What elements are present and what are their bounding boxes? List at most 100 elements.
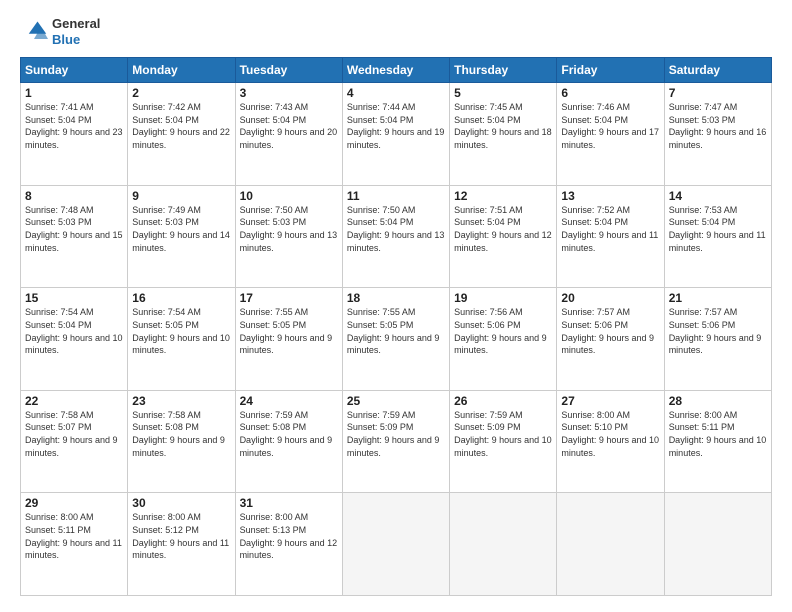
logo-general: General: [52, 16, 100, 31]
day-info: Sunrise: 7:53 AM Sunset: 5:04 PM Dayligh…: [669, 204, 767, 254]
calendar-cell: 7 Sunrise: 7:47 AM Sunset: 5:03 PM Dayli…: [664, 83, 771, 186]
day-number: 16: [132, 291, 230, 305]
calendar-cell: 8 Sunrise: 7:48 AM Sunset: 5:03 PM Dayli…: [21, 185, 128, 288]
day-info: Sunrise: 7:50 AM Sunset: 5:03 PM Dayligh…: [240, 204, 338, 254]
calendar-cell: 17 Sunrise: 7:55 AM Sunset: 5:05 PM Dayl…: [235, 288, 342, 391]
day-number: 7: [669, 86, 767, 100]
day-info: Sunrise: 8:00 AM Sunset: 5:10 PM Dayligh…: [561, 409, 659, 459]
day-number: 3: [240, 86, 338, 100]
day-number: 31: [240, 496, 338, 510]
calendar-cell: 2 Sunrise: 7:42 AM Sunset: 5:04 PM Dayli…: [128, 83, 235, 186]
calendar-cell: 24 Sunrise: 7:59 AM Sunset: 5:08 PM Dayl…: [235, 390, 342, 493]
day-info: Sunrise: 7:46 AM Sunset: 5:04 PM Dayligh…: [561, 101, 659, 151]
day-info: Sunrise: 7:47 AM Sunset: 5:03 PM Dayligh…: [669, 101, 767, 151]
day-number: 13: [561, 189, 659, 203]
day-info: Sunrise: 7:54 AM Sunset: 5:04 PM Dayligh…: [25, 306, 123, 356]
calendar-week-row: 1 Sunrise: 7:41 AM Sunset: 5:04 PM Dayli…: [21, 83, 772, 186]
calendar-table: SundayMondayTuesdayWednesdayThursdayFrid…: [20, 57, 772, 596]
calendar-week-row: 22 Sunrise: 7:58 AM Sunset: 5:07 PM Dayl…: [21, 390, 772, 493]
day-number: 19: [454, 291, 552, 305]
calendar-cell: 29 Sunrise: 8:00 AM Sunset: 5:11 PM Dayl…: [21, 493, 128, 596]
calendar-cell: 14 Sunrise: 7:53 AM Sunset: 5:04 PM Dayl…: [664, 185, 771, 288]
calendar-cell: 27 Sunrise: 8:00 AM Sunset: 5:10 PM Dayl…: [557, 390, 664, 493]
day-number: 21: [669, 291, 767, 305]
day-info: Sunrise: 7:52 AM Sunset: 5:04 PM Dayligh…: [561, 204, 659, 254]
calendar-cell: 19 Sunrise: 7:56 AM Sunset: 5:06 PM Dayl…: [450, 288, 557, 391]
day-info: Sunrise: 8:00 AM Sunset: 5:11 PM Dayligh…: [25, 511, 123, 561]
calendar-body: 1 Sunrise: 7:41 AM Sunset: 5:04 PM Dayli…: [21, 83, 772, 596]
calendar-cell: 10 Sunrise: 7:50 AM Sunset: 5:03 PM Dayl…: [235, 185, 342, 288]
calendar-week-row: 8 Sunrise: 7:48 AM Sunset: 5:03 PM Dayli…: [21, 185, 772, 288]
day-number: 17: [240, 291, 338, 305]
day-number: 29: [25, 496, 123, 510]
day-info: Sunrise: 7:57 AM Sunset: 5:06 PM Dayligh…: [561, 306, 659, 356]
day-info: Sunrise: 7:57 AM Sunset: 5:06 PM Dayligh…: [669, 306, 767, 356]
day-info: Sunrise: 7:41 AM Sunset: 5:04 PM Dayligh…: [25, 101, 123, 151]
calendar-header-cell: Wednesday: [342, 58, 449, 83]
calendar-cell: [342, 493, 449, 596]
day-info: Sunrise: 7:45 AM Sunset: 5:04 PM Dayligh…: [454, 101, 552, 151]
logo-icon: [20, 18, 48, 46]
calendar-cell: 20 Sunrise: 7:57 AM Sunset: 5:06 PM Dayl…: [557, 288, 664, 391]
calendar-cell: 28 Sunrise: 8:00 AM Sunset: 5:11 PM Dayl…: [664, 390, 771, 493]
header: General Blue: [20, 16, 772, 47]
calendar-header-cell: Saturday: [664, 58, 771, 83]
day-number: 9: [132, 189, 230, 203]
day-number: 4: [347, 86, 445, 100]
day-info: Sunrise: 7:43 AM Sunset: 5:04 PM Dayligh…: [240, 101, 338, 151]
day-info: Sunrise: 8:00 AM Sunset: 5:12 PM Dayligh…: [132, 511, 230, 561]
calendar-cell: 3 Sunrise: 7:43 AM Sunset: 5:04 PM Dayli…: [235, 83, 342, 186]
day-number: 28: [669, 394, 767, 408]
day-number: 12: [454, 189, 552, 203]
calendar-cell: 15 Sunrise: 7:54 AM Sunset: 5:04 PM Dayl…: [21, 288, 128, 391]
calendar-cell: 25 Sunrise: 7:59 AM Sunset: 5:09 PM Dayl…: [342, 390, 449, 493]
day-number: 23: [132, 394, 230, 408]
calendar-header-cell: Thursday: [450, 58, 557, 83]
day-number: 22: [25, 394, 123, 408]
calendar-header-row: SundayMondayTuesdayWednesdayThursdayFrid…: [21, 58, 772, 83]
calendar-cell: [557, 493, 664, 596]
logo-text: General Blue: [52, 16, 100, 47]
calendar-cell: 12 Sunrise: 7:51 AM Sunset: 5:04 PM Dayl…: [450, 185, 557, 288]
calendar-cell: 5 Sunrise: 7:45 AM Sunset: 5:04 PM Dayli…: [450, 83, 557, 186]
day-info: Sunrise: 7:42 AM Sunset: 5:04 PM Dayligh…: [132, 101, 230, 151]
day-number: 15: [25, 291, 123, 305]
day-info: Sunrise: 7:54 AM Sunset: 5:05 PM Dayligh…: [132, 306, 230, 356]
calendar-cell: 23 Sunrise: 7:58 AM Sunset: 5:08 PM Dayl…: [128, 390, 235, 493]
day-info: Sunrise: 8:00 AM Sunset: 5:11 PM Dayligh…: [669, 409, 767, 459]
logo-blue: Blue: [52, 32, 80, 47]
page: General Blue SundayMondayTuesdayWednesda…: [0, 0, 792, 612]
day-info: Sunrise: 7:50 AM Sunset: 5:04 PM Dayligh…: [347, 204, 445, 254]
calendar-cell: 18 Sunrise: 7:55 AM Sunset: 5:05 PM Dayl…: [342, 288, 449, 391]
day-number: 2: [132, 86, 230, 100]
calendar-cell: 11 Sunrise: 7:50 AM Sunset: 5:04 PM Dayl…: [342, 185, 449, 288]
calendar-cell: 16 Sunrise: 7:54 AM Sunset: 5:05 PM Dayl…: [128, 288, 235, 391]
day-number: 5: [454, 86, 552, 100]
calendar-cell: [450, 493, 557, 596]
calendar-cell: 13 Sunrise: 7:52 AM Sunset: 5:04 PM Dayl…: [557, 185, 664, 288]
calendar-cell: [664, 493, 771, 596]
calendar-header-cell: Friday: [557, 58, 664, 83]
day-number: 26: [454, 394, 552, 408]
day-info: Sunrise: 7:55 AM Sunset: 5:05 PM Dayligh…: [347, 306, 445, 356]
day-info: Sunrise: 7:51 AM Sunset: 5:04 PM Dayligh…: [454, 204, 552, 254]
day-info: Sunrise: 8:00 AM Sunset: 5:13 PM Dayligh…: [240, 511, 338, 561]
calendar-cell: 31 Sunrise: 8:00 AM Sunset: 5:13 PM Dayl…: [235, 493, 342, 596]
calendar-header-cell: Monday: [128, 58, 235, 83]
day-info: Sunrise: 7:59 AM Sunset: 5:09 PM Dayligh…: [347, 409, 445, 459]
calendar-header-cell: Tuesday: [235, 58, 342, 83]
day-number: 25: [347, 394, 445, 408]
day-number: 27: [561, 394, 659, 408]
day-info: Sunrise: 7:49 AM Sunset: 5:03 PM Dayligh…: [132, 204, 230, 254]
day-number: 24: [240, 394, 338, 408]
calendar-cell: 21 Sunrise: 7:57 AM Sunset: 5:06 PM Dayl…: [664, 288, 771, 391]
day-number: 8: [25, 189, 123, 203]
day-info: Sunrise: 7:44 AM Sunset: 5:04 PM Dayligh…: [347, 101, 445, 151]
day-info: Sunrise: 7:59 AM Sunset: 5:09 PM Dayligh…: [454, 409, 552, 459]
day-number: 18: [347, 291, 445, 305]
calendar-cell: 30 Sunrise: 8:00 AM Sunset: 5:12 PM Dayl…: [128, 493, 235, 596]
day-number: 6: [561, 86, 659, 100]
calendar-week-row: 29 Sunrise: 8:00 AM Sunset: 5:11 PM Dayl…: [21, 493, 772, 596]
day-number: 1: [25, 86, 123, 100]
calendar-week-row: 15 Sunrise: 7:54 AM Sunset: 5:04 PM Dayl…: [21, 288, 772, 391]
